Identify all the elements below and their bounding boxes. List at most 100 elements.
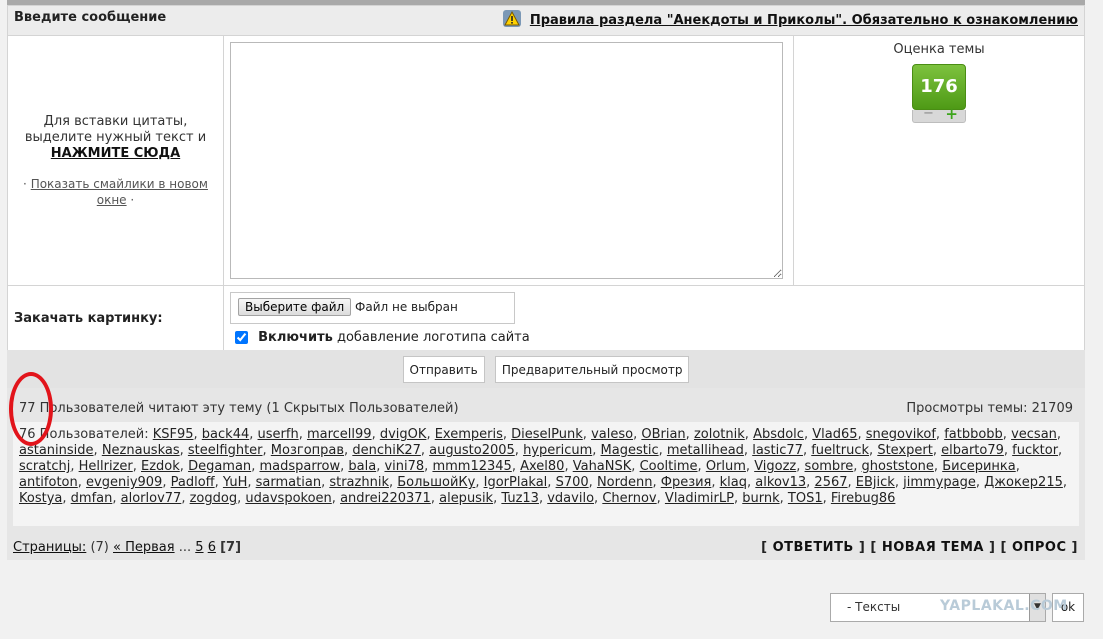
user-link[interactable]: S700 [556, 475, 589, 490]
user-link[interactable]: andrei220371 [340, 491, 431, 506]
user-link[interactable]: strazhnik [329, 475, 389, 490]
user-link[interactable]: Absdolc [753, 427, 804, 442]
smiles-area: · Показать смайлики в новом окне · [23, 176, 208, 207]
user-link[interactable]: scratchj [19, 459, 70, 474]
pages-label[interactable]: Страницы: [13, 540, 86, 555]
choose-file-button[interactable]: Выберите файл [238, 298, 352, 316]
page-5-link[interactable]: 5 [195, 540, 203, 555]
user-link[interactable]: Exemperis [435, 427, 503, 442]
user-link[interactable]: sombre [805, 459, 854, 474]
file-input[interactable]: Выберите файл Файл не выбран [230, 292, 515, 324]
preview-button[interactable]: Предварительный просмотр [494, 356, 690, 383]
user-link[interactable]: steelfighter [188, 443, 263, 458]
user-link[interactable]: alorlov77 [121, 491, 182, 506]
user-link[interactable]: Firebug86 [831, 491, 896, 506]
user-link[interactable]: Padloff [171, 475, 215, 490]
first-page-link[interactable]: « Первая [113, 540, 175, 555]
user-link[interactable]: denchiK27 [352, 443, 421, 458]
user-link[interactable]: YuH [223, 475, 247, 490]
user-link[interactable]: ghoststone [862, 459, 934, 474]
user-link[interactable]: elbarto79 [941, 443, 1004, 458]
user-link[interactable]: Chernov [602, 491, 656, 506]
rating-plus-icon[interactable]: + [945, 105, 958, 123]
user-link[interactable]: lastic77 [752, 443, 803, 458]
user-link[interactable]: udavspokoen [245, 491, 331, 506]
user-link[interactable]: Tuz13 [501, 491, 539, 506]
user-link[interactable]: zogdog [190, 491, 238, 506]
user-link[interactable]: dmfan [71, 491, 113, 506]
user-link[interactable]: bala [348, 459, 376, 474]
show-smiles-link[interactable]: Показать смайлики в новом окне [31, 177, 208, 207]
user-link[interactable]: userfh [258, 427, 299, 442]
user-link[interactable]: metallihead [667, 443, 744, 458]
user-link[interactable]: mmm12345 [432, 459, 511, 474]
page-6-link[interactable]: 6 [208, 540, 216, 555]
new-topic-link[interactable]: НОВАЯ ТЕМА [882, 540, 984, 555]
user-link[interactable]: БольшойКу [397, 475, 475, 490]
user-link[interactable]: OBrian [641, 427, 685, 442]
user-link[interactable]: Ezdok [141, 459, 180, 474]
pages-count: (7) [90, 540, 109, 555]
user-link[interactable]: VladimirLP [665, 491, 734, 506]
user-link[interactable]: Cooltime [640, 459, 698, 474]
user-link[interactable]: Orlum [706, 459, 746, 474]
user-link[interactable]: hypericum [523, 443, 592, 458]
user-link[interactable]: madsparrow [259, 459, 340, 474]
user-link[interactable]: TOS1 [788, 491, 823, 506]
user-link[interactable]: Мозгоправ [271, 443, 344, 458]
user-link[interactable]: dvigOK [380, 427, 427, 442]
user-link[interactable]: Neznauskas [102, 443, 180, 458]
user-link[interactable]: jimmypage [903, 475, 976, 490]
pagination: Страницы: (7) « Первая ... 5 6 [7] [13, 540, 241, 555]
logo-checkbox[interactable] [235, 331, 248, 344]
message-textarea[interactable] [230, 42, 783, 279]
user-link[interactable]: DieselPunk [511, 427, 583, 442]
user-link[interactable]: zolotnik [694, 427, 745, 442]
user-link[interactable]: snegovikof [866, 427, 936, 442]
warning-icon [503, 10, 522, 31]
user-link[interactable]: valeso [591, 427, 633, 442]
user-link[interactable]: evgeniy909 [86, 475, 162, 490]
quote-link[interactable]: НАЖМИТЕ СЮДА [51, 146, 180, 161]
user-link[interactable]: antifoton [19, 475, 78, 490]
user-link[interactable]: EBjick [856, 475, 895, 490]
user-link[interactable]: Hellrizer [79, 459, 133, 474]
user-link[interactable]: IgorPlakal [484, 475, 548, 490]
user-link[interactable]: fucktor [1012, 443, 1058, 458]
user-link[interactable]: Джокер215 [984, 475, 1063, 490]
user-link[interactable]: alkov13 [755, 475, 806, 490]
rules-link[interactable]: Правила раздела "Анекдоты и Приколы". Об… [530, 13, 1078, 28]
user-link[interactable]: Degaman [188, 459, 251, 474]
user-link[interactable]: Vigozz [754, 459, 796, 474]
user-link[interactable]: burnk [742, 491, 779, 506]
views-count: Просмотры темы: 21709 [906, 401, 1073, 416]
user-link[interactable]: Vlad65 [812, 427, 857, 442]
user-link[interactable]: 2567 [814, 475, 847, 490]
user-link[interactable]: Stexpert [877, 443, 933, 458]
user-link[interactable]: KSF95 [153, 427, 194, 442]
form-title: Введите сообщение [14, 10, 167, 25]
user-link[interactable]: vecsan [1011, 427, 1057, 442]
user-link[interactable]: back44 [202, 427, 249, 442]
user-link[interactable]: Nordenn [597, 475, 653, 490]
user-link[interactable]: sarmatian [256, 475, 321, 490]
user-link[interactable]: Kostya [19, 491, 62, 506]
reply-link[interactable]: ОТВЕТИТЬ [773, 540, 854, 555]
user-link[interactable]: VahaNSK [573, 459, 632, 474]
user-link[interactable]: augusto2005 [429, 443, 515, 458]
user-link[interactable]: marcell99 [307, 427, 372, 442]
user-link[interactable]: vini78 [384, 459, 424, 474]
user-link[interactable]: Фрезия [661, 475, 712, 490]
user-link[interactable]: vdavilo [547, 491, 594, 506]
user-link[interactable]: Magestic [601, 443, 659, 458]
user-link[interactable]: klaq [720, 475, 747, 490]
user-link[interactable]: fueltruck [811, 443, 869, 458]
user-link[interactable]: fatbbobb [944, 427, 1003, 442]
user-links: KSF95, back44, userfh, marcell99, dvigOK… [19, 427, 1068, 506]
user-link[interactable]: Axel80 [520, 459, 564, 474]
rating-minus-icon[interactable]: − [923, 106, 934, 121]
poll-link[interactable]: ОПРОС [1012, 540, 1067, 555]
send-button[interactable]: Отправить [402, 356, 485, 383]
user-link[interactable]: alepusik [439, 491, 493, 506]
user-link[interactable]: Бисеринка [942, 459, 1016, 474]
